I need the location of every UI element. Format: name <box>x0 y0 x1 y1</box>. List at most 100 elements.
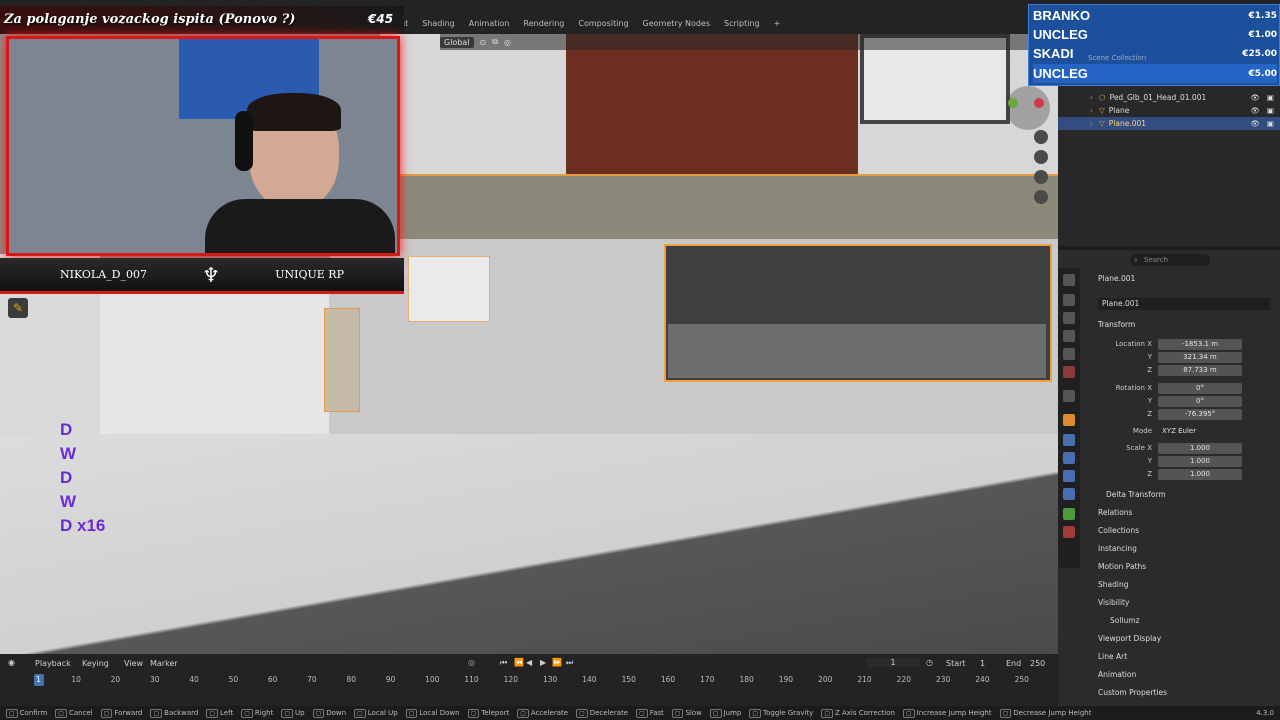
tool-tab-icon[interactable] <box>1063 274 1075 286</box>
expand-arrow-icon[interactable]: › <box>1090 106 1093 115</box>
tab-animation[interactable]: Animation <box>469 19 510 28</box>
data-tab-icon[interactable] <box>1063 508 1075 520</box>
mouse-key-icon: ▢ <box>517 708 529 718</box>
next-keyframe-icon[interactable]: ⏩ <box>552 658 562 667</box>
panel-sollumz[interactable]: Sollumz <box>1110 616 1140 625</box>
end-frame-field[interactable]: 250 <box>1030 659 1045 668</box>
location-z-field[interactable]: 87.733 m <box>1158 365 1242 376</box>
panel-viewport-display[interactable]: Viewport Display <box>1098 634 1161 643</box>
tab-scripting[interactable]: Scripting <box>724 19 760 28</box>
axis-x-icon <box>1034 98 1044 108</box>
add-workspace-button[interactable]: + <box>774 19 781 28</box>
visibility-eye-icon[interactable]: 👁 <box>1250 119 1260 128</box>
scene-tab-icon[interactable] <box>1063 348 1075 360</box>
camera-view-icon[interactable] <box>1034 170 1048 184</box>
world-tab-icon[interactable] <box>1063 366 1075 378</box>
expand-arrow-icon[interactable]: › <box>1090 119 1093 128</box>
mouse-key-icon: ▢ <box>576 708 588 718</box>
proportional-edit-icon[interactable]: ◎ <box>504 38 511 47</box>
tab-compositing[interactable]: Compositing <box>578 19 628 28</box>
expand-arrow-icon[interactable]: › <box>1090 93 1093 102</box>
start-frame-field[interactable]: 1 <box>980 659 985 668</box>
properties-tabs <box>1058 268 1080 568</box>
material-tab-icon[interactable] <box>1063 526 1075 538</box>
outliner-item-selected[interactable]: › ▽ Plane.001 👁 ▣ <box>1058 117 1280 130</box>
current-frame-field[interactable]: 1 <box>866 658 920 667</box>
donor-name: UNCLEG <box>1033 66 1088 81</box>
visibility-eye-icon[interactable]: 👁 <box>1250 93 1260 102</box>
outliner-item[interactable]: › ⬡ Ped_Glb_01_Head_01.001 👁 ▣ <box>1058 91 1280 104</box>
donation-amount: €1.00 <box>1248 29 1277 40</box>
panel-motion-paths[interactable]: Motion Paths <box>1098 562 1146 571</box>
physics-tab-icon[interactable] <box>1063 470 1075 482</box>
location-x-field[interactable]: -1853.1 m <box>1158 339 1242 350</box>
panel-collections[interactable]: Collections <box>1098 526 1139 535</box>
mouse-key-icon: ▢ <box>100 708 113 718</box>
frame-ruler[interactable]: 1 10 20 30 40 50 60 70 80 90 100 110 120 130 140 150 160… <box>0 672 1058 706</box>
panel-shading[interactable]: Shading <box>1098 580 1128 589</box>
panel-custom-properties[interactable]: Custom Properties <box>1098 688 1167 697</box>
view-menu[interactable]: View <box>124 659 143 668</box>
search-icon: ⌕ <box>1134 256 1138 264</box>
navigation-gizmo[interactable] <box>1006 86 1050 130</box>
view-layer-tab-icon[interactable] <box>1063 330 1075 342</box>
panel-delta-transform[interactable]: Delta Transform <box>1106 490 1166 499</box>
render-camera-icon[interactable]: ▣ <box>1267 93 1274 102</box>
rotation-mode-dropdown[interactable]: XYZ Euler <box>1158 426 1242 437</box>
transform-orientation-dropdown[interactable]: Global <box>440 36 474 48</box>
perspective-toggle-icon[interactable] <box>1034 190 1048 204</box>
render-camera-icon[interactable]: ▣ <box>1267 119 1274 128</box>
object-data-name-field[interactable]: Plane.001 <box>1098 298 1270 310</box>
frame-tick-label: 70 <box>307 675 317 684</box>
tab-geometry-nodes[interactable]: Geometry Nodes <box>643 19 710 28</box>
tab-rendering[interactable]: Rendering <box>524 19 565 28</box>
rotation-y-field[interactable]: 0° <box>1158 396 1242 407</box>
visibility-eye-icon[interactable]: 👁 <box>1250 106 1260 115</box>
mouse-key-icon: ▢ <box>206 708 219 718</box>
constraints-tab-icon[interactable] <box>1063 488 1075 500</box>
panel-line-art[interactable]: Line Art <box>1098 652 1127 661</box>
preview-range-icon[interactable]: ◷ <box>926 658 933 667</box>
pan-icon[interactable] <box>1034 150 1048 164</box>
render-camera-icon[interactable]: ▣ <box>1267 106 1274 115</box>
rotation-x-field[interactable]: 0° <box>1158 383 1242 394</box>
panel-instancing[interactable]: Instancing <box>1098 544 1137 553</box>
frame-tick-label: 100 <box>425 675 440 684</box>
output-tab-icon[interactable] <box>1063 312 1075 324</box>
panel-visibility[interactable]: Visibility <box>1098 598 1129 607</box>
location-y-field[interactable]: 321.34 m <box>1158 352 1242 363</box>
keying-menu[interactable]: Keying <box>82 659 109 668</box>
editor-type-icon[interactable]: ◉ <box>8 658 15 667</box>
prev-keyframe-icon[interactable]: ⏪ <box>514 658 524 667</box>
scale-z-field[interactable]: 1.000 <box>1158 469 1242 480</box>
annotate-tool-icon[interactable]: ✎ <box>8 298 28 318</box>
collection-tab-icon[interactable] <box>1063 390 1075 402</box>
playback-menu[interactable]: Playback <box>35 659 71 668</box>
stream-title: Za polaganje vozackog ispita (Ponovo ?) <box>4 12 296 27</box>
scale-x-field[interactable]: 1.000 <box>1158 443 1242 454</box>
particles-tab-icon[interactable] <box>1063 452 1075 464</box>
panel-animation[interactable]: Animation <box>1098 670 1136 679</box>
frame-tick-label: 80 <box>346 675 357 684</box>
jump-start-icon[interactable]: ⏮ <box>500 658 507 668</box>
properties-search[interactable]: ⌕ Search <box>1130 254 1210 266</box>
rotation-z-field[interactable]: -76.395° <box>1158 409 1242 420</box>
scale-y-field[interactable]: 1.000 <box>1158 456 1242 467</box>
key-label: D x16 <box>60 516 106 535</box>
jump-end-icon[interactable]: ⏭ <box>566 658 573 668</box>
zoom-icon[interactable] <box>1034 130 1048 144</box>
marker-menu[interactable]: Marker <box>150 659 178 668</box>
panel-relations[interactable]: Relations <box>1098 508 1132 517</box>
render-tab-icon[interactable] <box>1063 294 1075 306</box>
play-reverse-icon[interactable]: ◀ <box>526 658 532 667</box>
outliner-item[interactable]: › ▽ Plane 👁 ▣ <box>1058 104 1280 117</box>
modifier-tab-icon[interactable] <box>1063 434 1075 446</box>
play-icon[interactable]: ▶ <box>540 658 546 667</box>
snap-icon[interactable]: ⧉ <box>492 37 498 47</box>
auto-key-icon[interactable]: ◎ <box>468 658 475 667</box>
object-tab-icon[interactable] <box>1063 414 1075 426</box>
mouse-key-icon: ▢ <box>312 708 325 718</box>
tab-shading[interactable]: Shading <box>422 19 455 28</box>
transform-panel-header[interactable]: Transform <box>1098 320 1135 329</box>
pivot-icon[interactable]: ⊙ <box>480 38 487 47</box>
